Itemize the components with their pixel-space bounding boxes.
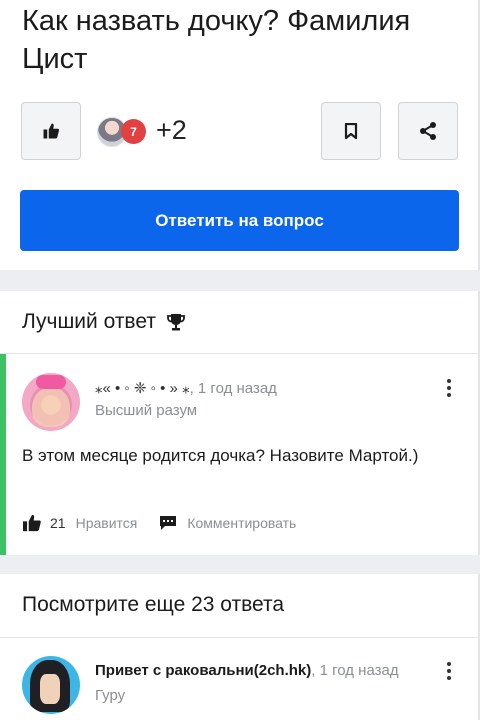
like-link[interactable]: Нравится (76, 515, 138, 531)
avatar[interactable] (22, 656, 80, 714)
best-answer-label: Лучший ответ (22, 310, 156, 333)
best-answer-card: Лучший ответ ⁎« • ◦ ❈ ◦ • » ⁎, 1 год наз… (0, 291, 480, 555)
best-answer-header: Лучший ответ (22, 310, 186, 334)
question-title: Как назвать дочку? Фамилия Цист (22, 5, 411, 75)
trophy-icon (167, 314, 185, 331)
divider (0, 353, 478, 354)
answer-meta: Привет с раковальни(2ch.hk), 1 год назад (95, 662, 399, 679)
answer-question-button[interactable]: Ответить на вопрос (20, 190, 459, 251)
bookmark-button[interactable] (321, 102, 381, 160)
share-icon (420, 122, 436, 140)
author-name[interactable]: ⁎« • ◦ ❈ ◦ • » ⁎ (95, 380, 190, 397)
divider (0, 637, 478, 638)
answer-meta: ⁎« • ◦ ❈ ◦ • » ⁎, 1 год назад (95, 379, 277, 397)
answer-actions: 21 Нравится Комментировать (22, 514, 296, 532)
bookmark-icon (344, 123, 358, 139)
comment-link[interactable]: Комментировать (187, 515, 296, 531)
avatar[interactable] (22, 373, 80, 431)
kebab-menu-icon[interactable] (446, 662, 452, 680)
thumbs-up-icon (43, 123, 60, 139)
like-count: 21 (50, 515, 66, 531)
comment-icon[interactable] (159, 515, 177, 531)
like-button[interactable] (21, 102, 81, 160)
more-answers-title[interactable]: Посмотрите еще 23 ответа (22, 593, 284, 617)
more-answers-card: Посмотрите еще 23 ответа Привет с ракова… (0, 574, 480, 720)
thumbs-up-icon[interactable] (22, 514, 42, 532)
kebab-menu-icon[interactable] (446, 379, 452, 397)
answer-time: , 1 год назад (311, 662, 399, 679)
answer-text: В этом месяце родится дочка? Назовите Ма… (22, 446, 419, 465)
answer-time: , 1 год назад (189, 380, 277, 397)
answer-count-badge: 7 (121, 119, 146, 144)
best-answer-indicator (0, 354, 6, 555)
share-button[interactable] (398, 102, 458, 160)
author-rank: Высший разум (95, 402, 198, 419)
author-rank: Гуру (95, 687, 126, 704)
more-answerers-count[interactable]: +2 (156, 115, 187, 146)
author-name[interactable]: Привет с раковальни(2ch.hk) (95, 662, 311, 679)
question-card: Как назвать дочку? Фамилия Цист 7 +2 Отв… (0, 0, 480, 270)
